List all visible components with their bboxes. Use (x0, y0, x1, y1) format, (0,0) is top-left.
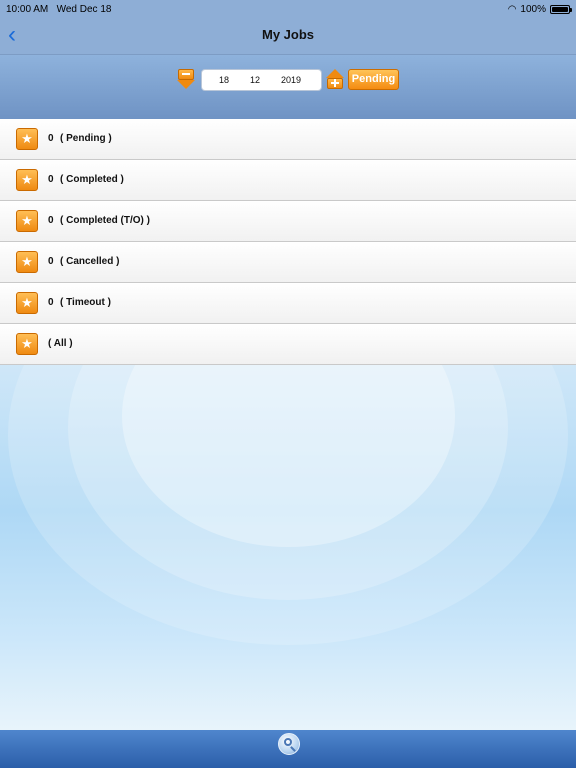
jobs-list: ★ 0 ( Pending ) ★ 0 ( Completed ) ★ 0 ( … (0, 119, 576, 365)
list-item-pending[interactable]: ★ 0 ( Pending ) (0, 119, 576, 160)
bottom-toolbar (0, 730, 576, 768)
status-date: Wed Dec 18 (56, 4, 112, 15)
star-icon: ★ (16, 128, 38, 150)
status-filter-button[interactable]: Pending (348, 69, 399, 90)
job-status-label: ( Pending ) (60, 133, 112, 144)
job-status-label: ( Cancelled ) (60, 256, 120, 267)
date-day: 18 (219, 75, 230, 85)
star-icon: ★ (16, 169, 38, 191)
list-item-completed-timeout[interactable]: ★ 0 ( Completed (T/O) ) (0, 201, 576, 242)
job-status-label: ( Completed ) (60, 174, 124, 185)
background-decoration (0, 365, 576, 730)
wifi-icon: ◠ (507, 4, 517, 15)
list-item-timeout[interactable]: ★ 0 ( Timeout ) (0, 283, 576, 324)
star-icon: ★ (16, 333, 38, 355)
page-title: My Jobs (261, 27, 314, 42)
status-time: 10:00 AM (6, 4, 49, 15)
previous-date-button[interactable] (177, 69, 195, 91)
job-count: 0 (48, 256, 54, 267)
status-right: ◠ 100% (507, 4, 572, 15)
job-status-label: ( All ) (48, 338, 73, 349)
job-count: 0 (48, 215, 54, 226)
job-count: 0 (48, 174, 54, 185)
battery-icon (550, 5, 572, 14)
status-bar: 10:00 AM Wed Dec 18 ◠ 100% (0, 0, 576, 18)
job-status-label: ( Completed (T/O) ) (60, 215, 150, 226)
list-item-completed[interactable]: ★ 0 ( Completed ) (0, 160, 576, 201)
search-button[interactable] (278, 733, 300, 755)
date-year: 2019 (281, 75, 302, 85)
star-icon: ★ (16, 251, 38, 273)
job-count: 0 (48, 297, 54, 308)
battery-percent: 100% (520, 4, 546, 15)
job-status-label: ( Timeout ) (60, 297, 111, 308)
list-item-all[interactable]: ★ ( All ) (0, 324, 576, 365)
status-time-date: 10:00 AM Wed Dec 18 (6, 4, 111, 15)
navigation-bar: ‹ My Jobs (0, 18, 576, 55)
date-field[interactable]: 18 12 2019 (201, 69, 322, 91)
star-icon: ★ (16, 210, 38, 232)
list-item-cancelled[interactable]: ★ 0 ( Cancelled ) (0, 242, 576, 283)
date-toolbar: 18 12 2019 Pending (0, 55, 576, 120)
job-count: 0 (48, 133, 54, 144)
star-icon: ★ (16, 292, 38, 314)
date-month: 12 (250, 75, 261, 85)
next-date-button[interactable] (326, 69, 344, 91)
